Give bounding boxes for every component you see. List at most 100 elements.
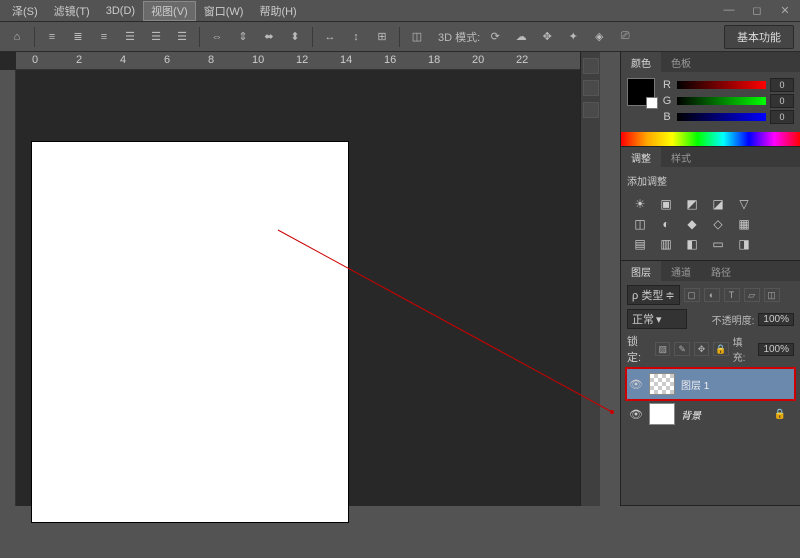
vibrance-icon[interactable]: ▽	[735, 196, 753, 212]
visibility-icon[interactable]: 👁	[629, 408, 643, 421]
value-green[interactable]: 0	[770, 94, 794, 108]
lock-pixels-icon[interactable]: ✎	[674, 342, 689, 356]
layer-name[interactable]: 背景	[681, 407, 701, 422]
3d-scale-icon[interactable]: ◈	[588, 26, 610, 48]
levels-icon[interactable]: ▣	[657, 196, 675, 212]
menu-item-view[interactable]: 视图(V)	[143, 1, 196, 21]
3d-roll-icon[interactable]: ☁	[510, 26, 532, 48]
ruler-mark: 4	[120, 54, 126, 66]
color-spectrum[interactable]	[621, 132, 800, 146]
distribute-h-icon[interactable]: ⇔	[206, 26, 228, 48]
tab-adjustments[interactable]: 调整	[621, 147, 661, 167]
filter-smart-icon[interactable]: ◫	[764, 288, 780, 302]
hue-icon[interactable]: ◫	[631, 216, 649, 232]
lock-icon: 🔒	[774, 409, 786, 420]
brightness-icon[interactable]: ☀	[631, 196, 649, 212]
ruler-mark: 20	[472, 54, 484, 66]
collapsed-panel-icon[interactable]	[583, 80, 599, 96]
menu-item-3d[interactable]: 3D(D)	[98, 3, 143, 19]
menu-item-help[interactable]: 帮助(H)	[251, 1, 304, 21]
ruler-mark: 6	[164, 54, 170, 66]
tool-c-icon[interactable]: ⊞	[371, 26, 393, 48]
lookup-icon[interactable]: ▦	[735, 216, 753, 232]
curves-icon[interactable]: ◩	[683, 196, 701, 212]
photo-filter-icon[interactable]: ◆	[683, 216, 701, 232]
fill-value[interactable]: 100%	[758, 343, 794, 356]
fill-label: 填充:	[733, 334, 755, 364]
ruler-mark: 8	[208, 54, 214, 66]
value-red[interactable]: 0	[770, 78, 794, 92]
filter-pixel-icon[interactable]: ▢	[684, 288, 700, 302]
3d-pan-icon[interactable]: ✥	[536, 26, 558, 48]
gradient-map-icon[interactable]: ▭	[709, 236, 727, 252]
tab-channels[interactable]: 通道	[661, 261, 701, 281]
layer-name[interactable]: 图层 1	[681, 377, 709, 392]
menu-item-s[interactable]: 泽(S)	[4, 1, 46, 21]
close-icon[interactable]: ✕	[776, 3, 794, 17]
lock-transparency-icon[interactable]: ▨	[655, 342, 670, 356]
align-left-icon[interactable]: ≡	[41, 26, 63, 48]
tab-styles[interactable]: 样式	[661, 147, 701, 167]
exposure-icon[interactable]: ◪	[709, 196, 727, 212]
align-top-icon[interactable]: ☰	[119, 26, 141, 48]
layer-row[interactable]: 👁 背景 🔒	[627, 399, 794, 429]
tab-paths[interactable]: 路径	[701, 261, 741, 281]
workspace-switcher[interactable]: 基本功能	[724, 25, 794, 49]
canvas[interactable]	[32, 142, 348, 522]
3d-slide-icon[interactable]: ✦	[562, 26, 584, 48]
distribute2-icon[interactable]: ⬍	[284, 26, 306, 48]
panels-dock: 颜色 色板 R 0 G 0 B 0	[620, 52, 800, 506]
distribute-v-icon[interactable]: ⇕	[232, 26, 254, 48]
slider-green[interactable]	[677, 97, 766, 105]
opacity-value[interactable]: 100%	[758, 313, 794, 326]
layer-kind-filter[interactable]: ρ 类型 ≑	[627, 285, 680, 305]
collapsed-panel-icon[interactable]	[583, 102, 599, 118]
lock-position-icon[interactable]: ✥	[694, 342, 709, 356]
selective-color-icon[interactable]: ◨	[735, 236, 753, 252]
ruler-mark: 22	[516, 54, 528, 66]
threshold-icon[interactable]: ◧	[683, 236, 701, 252]
lock-all-icon[interactable]: 🔒	[713, 342, 728, 356]
menu-bar: 泽(S) 滤镜(T) 3D(D) 视图(V) 窗口(W) 帮助(H) — ◻ ✕	[0, 0, 800, 22]
collapsed-panel-icon[interactable]	[583, 58, 599, 74]
slider-red[interactable]	[677, 81, 766, 89]
bw-icon[interactable]: ◐	[657, 216, 675, 232]
posterize-icon[interactable]: ▥	[657, 236, 675, 252]
minimize-icon[interactable]: —	[720, 3, 738, 17]
adjustments-title: 添加调整	[627, 173, 794, 188]
tab-color[interactable]: 颜色	[621, 52, 661, 72]
visibility-icon[interactable]: 👁	[629, 378, 643, 391]
filter-type-icon[interactable]: T	[724, 288, 740, 302]
layer-thumbnail[interactable]	[649, 373, 675, 395]
layer-thumbnail[interactable]	[649, 403, 675, 425]
layers-panel: 图层 通道 路径 ρ 类型 ≑ ▢ ◐ T ▱ ◫ 正常 ▾ 不透明度: 100…	[621, 261, 800, 506]
foreground-background-swatch[interactable]	[627, 78, 655, 106]
tool-b-icon[interactable]: ↕	[345, 26, 367, 48]
distribute-icon[interactable]: ⬌	[258, 26, 280, 48]
align-right-icon[interactable]: ≡	[93, 26, 115, 48]
tab-layers[interactable]: 图层	[621, 261, 661, 281]
menu-item-filter[interactable]: 滤镜(T)	[46, 1, 98, 21]
tool-home-icon[interactable]: ⌂	[6, 26, 28, 48]
3d-render-icon[interactable]: ⎚	[614, 26, 636, 48]
align-middle-icon[interactable]: ☰	[145, 26, 167, 48]
maximize-icon[interactable]: ◻	[748, 3, 766, 17]
tool-a-icon[interactable]: ↔	[319, 26, 341, 48]
lock-label: 锁定:	[627, 333, 651, 365]
align-bottom-icon[interactable]: ☰	[171, 26, 193, 48]
menu-item-window[interactable]: 窗口(W)	[196, 1, 252, 21]
align-center-icon[interactable]: ≣	[67, 26, 89, 48]
3d-orbit-icon[interactable]: ⟳	[484, 26, 506, 48]
value-blue[interactable]: 0	[770, 110, 794, 124]
channel-mixer-icon[interactable]: ◇	[709, 216, 727, 232]
tool-d-icon[interactable]: ◫	[406, 26, 428, 48]
blend-mode-select[interactable]: 正常 ▾	[627, 309, 687, 329]
filter-adjust-icon[interactable]: ◐	[704, 288, 720, 302]
collapsed-panel-strip	[580, 52, 600, 506]
filter-shape-icon[interactable]: ▱	[744, 288, 760, 302]
layer-row-selected[interactable]: 👁 图层 1	[627, 369, 794, 399]
slider-blue[interactable]	[677, 113, 766, 121]
ruler-mark: 12	[296, 54, 308, 66]
invert-icon[interactable]: ▤	[631, 236, 649, 252]
tab-swatches[interactable]: 色板	[661, 52, 701, 72]
